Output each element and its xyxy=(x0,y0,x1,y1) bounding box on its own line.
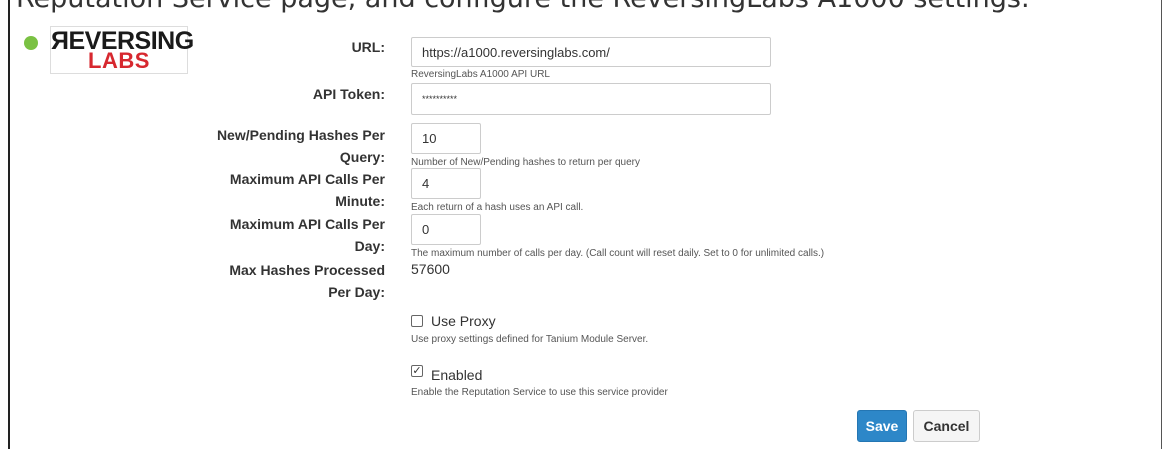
use-proxy-label[interactable]: Use Proxy xyxy=(431,313,496,329)
logo-text-bottom: LABS xyxy=(88,48,150,73)
calls-per-day-input[interactable] xyxy=(411,214,481,245)
instruction-text: Reputation Service page, and configure t… xyxy=(16,0,1030,14)
max-hashes-per-day-label: Max Hashes Processed Per Day: xyxy=(180,259,385,303)
url-help: ReversingLabs A1000 API URL xyxy=(411,69,550,80)
api-token-input[interactable] xyxy=(411,83,771,115)
calls-per-day-label-line1: Maximum API Calls Per xyxy=(229,216,385,232)
hashes-per-query-input[interactable] xyxy=(411,123,481,154)
panel-right-border xyxy=(1161,0,1162,449)
save-button[interactable]: Save xyxy=(857,410,907,442)
hashes-per-query-label: New/Pending Hashes Per Query: xyxy=(180,124,385,168)
use-proxy-checkbox[interactable] xyxy=(411,315,423,327)
url-label: URL: xyxy=(351,39,385,55)
hashes-per-query-help: Number of New/Pending hashes to return p… xyxy=(411,157,641,168)
calls-per-minute-help: Each return of a hash uses an API call. xyxy=(411,202,584,213)
calls-per-day-label: Maximum API Calls Per Day: xyxy=(180,213,385,257)
calls-per-minute-label-line2: Minute: xyxy=(335,193,385,209)
enabled-label[interactable]: Enabled xyxy=(431,367,482,383)
check-mark-icon: ✓ xyxy=(412,365,422,377)
max-hashes-per-day-label-line2: Per Day: xyxy=(328,284,385,300)
calls-per-day-label-line2: Day: xyxy=(354,238,385,254)
provider-settings-panel: Reputation Service page, and configure t… xyxy=(0,0,1168,449)
url-input[interactable] xyxy=(411,37,771,67)
enabled-checkbox[interactable]: ✓ xyxy=(411,365,423,377)
use-proxy-help: Use proxy settings defined for Tanium Mo… xyxy=(411,334,649,345)
reversinglabs-logo: ЯEVERSING LABS xyxy=(50,26,194,74)
cancel-button[interactable]: Cancel xyxy=(913,410,980,442)
hashes-per-query-label-line1: New/Pending Hashes Per xyxy=(216,127,385,143)
enabled-help: Enable the Reputation Service to use thi… xyxy=(411,387,668,398)
panel-left-border xyxy=(8,0,10,449)
max-hashes-per-day-label-line1: Max Hashes Processed xyxy=(229,262,385,278)
calls-per-minute-label: Maximum API Calls Per Minute: xyxy=(180,168,385,212)
calls-per-day-help: The maximum number of calls per day. (Ca… xyxy=(411,248,825,259)
api-token-label: API Token: xyxy=(312,86,385,102)
max-hashes-per-day-value: 57600 xyxy=(411,261,450,277)
calls-per-minute-input[interactable] xyxy=(411,168,481,199)
hashes-per-query-label-line2: Query: xyxy=(339,149,385,165)
calls-per-minute-label-line1: Maximum API Calls Per xyxy=(229,171,385,187)
status-indicator-icon xyxy=(24,36,38,50)
